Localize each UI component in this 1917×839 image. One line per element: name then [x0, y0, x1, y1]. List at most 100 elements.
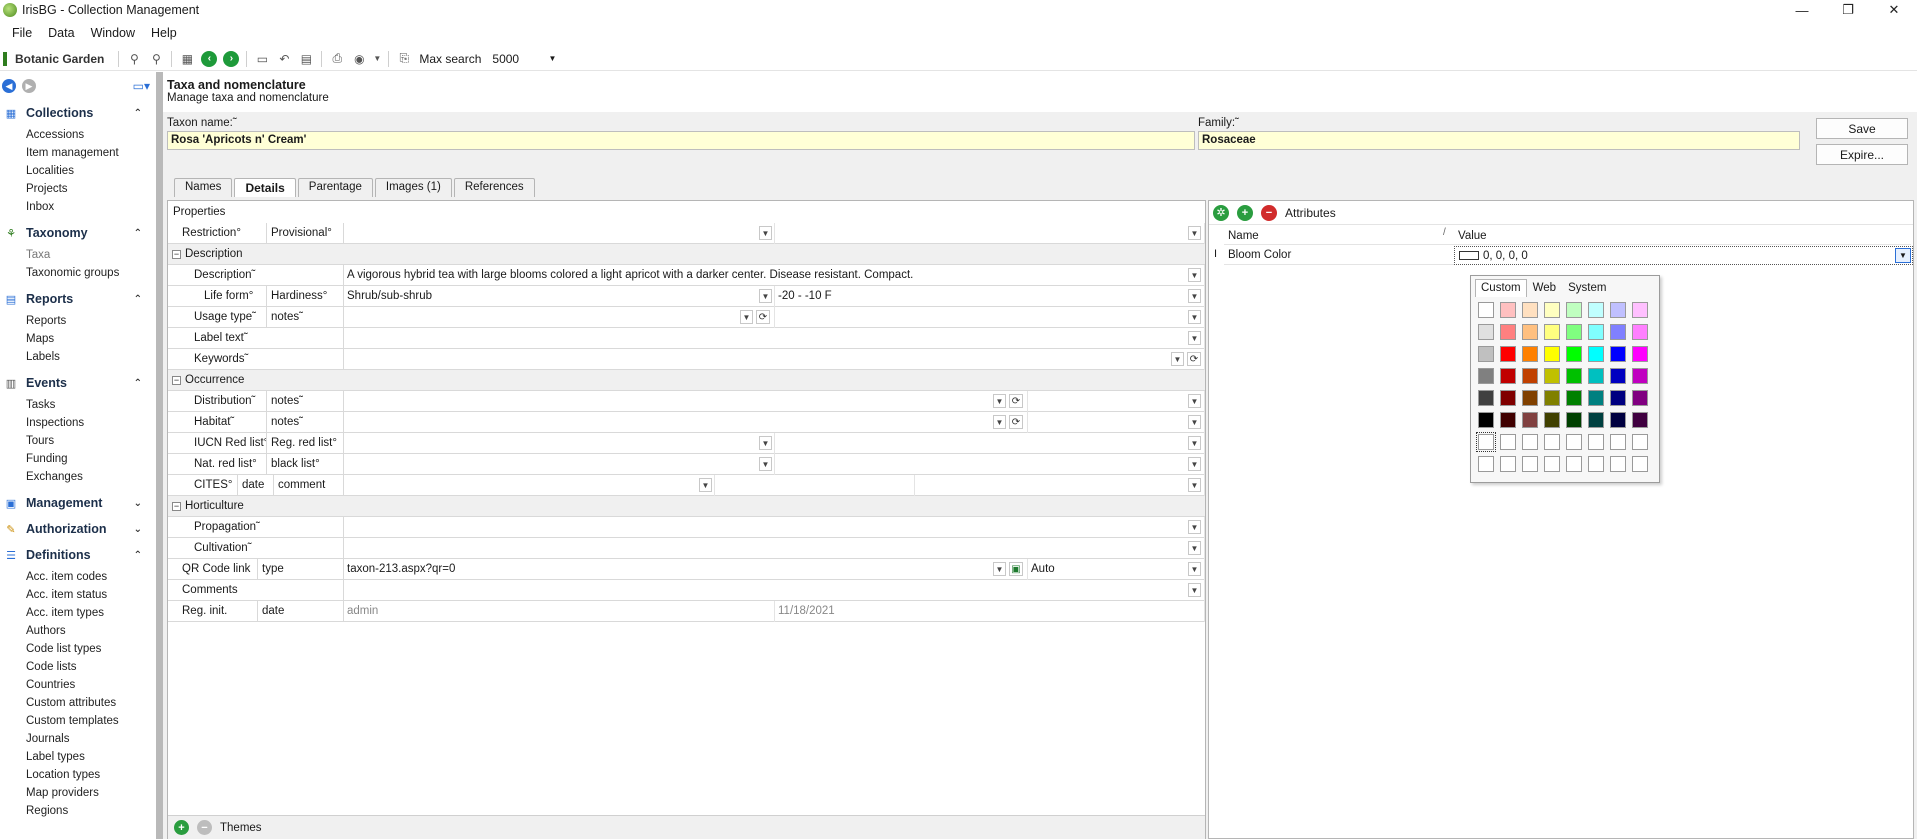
name-column-header[interactable]: Name	[1224, 227, 1454, 245]
tab-names[interactable]: Names	[174, 178, 233, 197]
color-swatch[interactable]	[1478, 412, 1494, 428]
sidebar-splitter[interactable]	[156, 72, 163, 839]
nav-back-icon[interactable]: ◀	[2, 79, 16, 93]
sidebar-item-map-providers[interactable]: Map providers	[0, 784, 156, 802]
sidebar-item-code-list-types[interactable]: Code list types	[0, 640, 156, 658]
chevron-down-icon[interactable]: ▼	[373, 51, 381, 67]
tab-references[interactable]: References	[453, 178, 535, 197]
regred-value[interactable]	[775, 432, 1205, 454]
sidebar-item-label-types[interactable]: Label types	[0, 748, 156, 766]
color-swatch[interactable]	[1522, 324, 1538, 340]
sidebar-item-accessions[interactable]: Accessions	[0, 126, 156, 144]
chevron-down-icon[interactable]: ▼	[1188, 226, 1201, 240]
cites-date-value[interactable]	[715, 474, 915, 496]
color-swatch[interactable]	[1566, 368, 1582, 384]
garden-selector[interactable]: Botanic Garden	[3, 51, 104, 66]
color-dropdown-button[interactable]: ▼	[1895, 248, 1911, 263]
binoculars-advanced-icon[interactable]: ⚲	[148, 51, 164, 67]
family-field[interactable]: Rosaceae	[1198, 131, 1800, 150]
color-swatch[interactable]	[1522, 390, 1538, 406]
tab-system[interactable]: System	[1562, 279, 1612, 297]
sidebar-menu-icon[interactable]: ▭▾	[133, 79, 150, 93]
menu-file[interactable]: File	[4, 26, 40, 40]
sidebar-item-custom-attributes[interactable]: Custom attributes	[0, 694, 156, 712]
tab-custom[interactable]: Custom	[1475, 279, 1527, 297]
color-swatch[interactable]	[1610, 456, 1626, 472]
sidebar-item-localities[interactable]: Localities	[0, 162, 156, 180]
color-swatch[interactable]	[1588, 346, 1604, 362]
color-swatch[interactable]	[1610, 368, 1626, 384]
attribute-name-cell[interactable]: Bloom Color	[1224, 246, 1454, 265]
chevron-down-icon[interactable]: ▼	[1188, 415, 1201, 429]
distribution-notes-value[interactable]	[1028, 390, 1205, 412]
taxon-name-field[interactable]: Rosa 'Apricots n' Cream'	[167, 131, 1195, 150]
color-swatch[interactable]	[1632, 390, 1648, 406]
collapse-icon[interactable]: −	[172, 249, 181, 259]
color-swatch[interactable]	[1566, 324, 1582, 340]
chevron-down-icon[interactable]: ▼	[1188, 562, 1201, 576]
close-button[interactable]: ✕	[1871, 0, 1917, 20]
open-link-icon[interactable]: ▣	[1009, 562, 1023, 576]
add-attribute-icon[interactable]: +	[1237, 204, 1253, 221]
chevron-down-icon[interactable]: ▼	[759, 289, 772, 303]
color-swatch[interactable]	[1478, 456, 1494, 472]
propagation-value[interactable]	[344, 516, 1205, 538]
color-swatch[interactable]	[1588, 456, 1604, 472]
export-icon[interactable]: ⎘	[396, 51, 412, 67]
print-icon[interactable]: ⎙	[329, 51, 345, 67]
forward-icon[interactable]: ›	[223, 50, 240, 67]
hardiness-value[interactable]: -20 - -10 F	[775, 285, 1205, 307]
sidebar-item-exchanges[interactable]: Exchanges	[0, 468, 156, 486]
chevron-down-icon[interactable]: ▼	[1188, 457, 1201, 471]
cultivation-value[interactable]	[344, 537, 1205, 559]
color-swatch[interactable]	[1610, 390, 1626, 406]
color-swatch[interactable]	[1544, 456, 1560, 472]
color-swatch[interactable]	[1588, 324, 1604, 340]
sidebar-item-projects[interactable]: Projects	[0, 180, 156, 198]
color-swatch[interactable]	[1632, 434, 1648, 450]
restriction-value[interactable]	[344, 222, 775, 244]
color-swatch[interactable]	[1632, 456, 1648, 472]
chevron-down-icon[interactable]: ▼	[759, 457, 772, 471]
chevron-down-icon[interactable]: ▼	[740, 310, 753, 324]
chevron-down-icon[interactable]: ▼	[699, 478, 712, 492]
minimize-button[interactable]: —	[1779, 0, 1825, 20]
chevron-down-icon[interactable]: ▼	[1188, 436, 1201, 450]
sidebar-section-collections[interactable]: ▦ Collections ⌃	[0, 100, 156, 126]
qr-mode-value[interactable]: Auto	[1028, 558, 1205, 580]
new-document-icon[interactable]: ▤	[298, 51, 314, 67]
value-column-header[interactable]: Value	[1454, 227, 1911, 245]
color-swatch[interactable]	[1500, 434, 1516, 450]
description-value[interactable]: A vigorous hybrid tea with large blooms …	[344, 264, 1205, 286]
tab-web[interactable]: Web	[1527, 279, 1562, 297]
lifeform-value[interactable]: Shrub/sub-shrub	[344, 285, 775, 307]
color-swatch[interactable]	[1478, 346, 1494, 362]
color-swatch[interactable]	[1500, 390, 1516, 406]
color-swatch[interactable]	[1566, 456, 1582, 472]
refresh-icon[interactable]: ⟳	[756, 310, 770, 324]
globe-icon[interactable]: ◉	[351, 51, 367, 67]
sidebar-item-code-lists[interactable]: Code lists	[0, 658, 156, 676]
sidebar-section-definitions[interactable]: ☰ Definitions ⌃	[0, 542, 156, 568]
chevron-down-icon[interactable]: ▼	[1188, 268, 1201, 282]
color-swatch[interactable]	[1632, 324, 1648, 340]
binoculars-icon[interactable]: ⚲	[126, 51, 142, 67]
expire-button[interactable]: Expire...	[1816, 144, 1908, 165]
keywords-value[interactable]	[344, 348, 1205, 370]
sidebar-item-custom-templates[interactable]: Custom templates	[0, 712, 156, 730]
habitat-notes-value[interactable]	[1028, 411, 1205, 433]
chevron-down-icon[interactable]: ▼	[1188, 520, 1201, 534]
chevron-down-icon[interactable]: ▼	[1188, 289, 1201, 303]
sidebar-section-authorization[interactable]: ✎ Authorization ⌄	[0, 516, 156, 542]
collapse-icon[interactable]: −	[172, 501, 181, 511]
chevron-down-icon[interactable]: ▼	[1188, 478, 1201, 492]
color-swatch[interactable]	[1588, 368, 1604, 384]
window-icon[interactable]: ▭	[254, 51, 270, 67]
sidebar-item-maps[interactable]: Maps	[0, 330, 156, 348]
collapse-icon[interactable]: −	[172, 375, 181, 385]
remove-attribute-icon[interactable]: −	[1261, 204, 1277, 221]
chevron-down-icon[interactable]: ▼	[1188, 583, 1201, 597]
color-swatch[interactable]	[1500, 346, 1516, 362]
sidebar-item-acc-item-codes[interactable]: Acc. item codes	[0, 568, 156, 586]
color-swatch[interactable]	[1588, 434, 1604, 450]
